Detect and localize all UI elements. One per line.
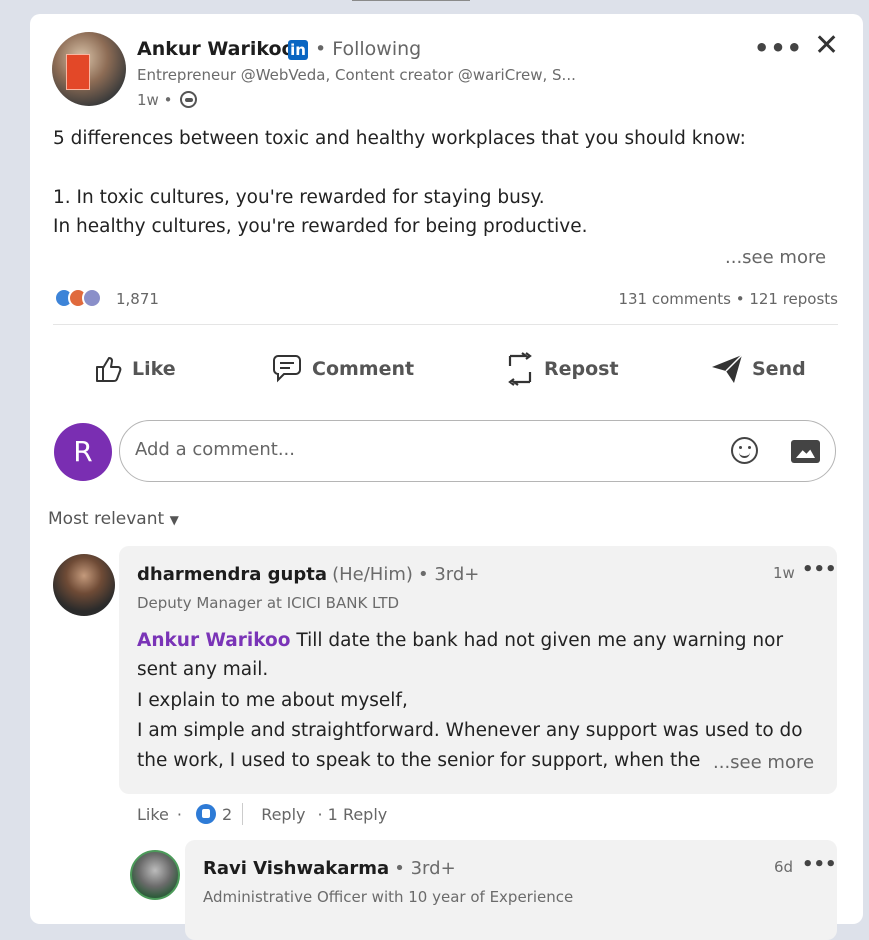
mention-link[interactable]: Ankur Warikoo xyxy=(137,630,290,651)
see-more-link[interactable]: ...see more xyxy=(725,247,826,268)
replier-name[interactable]: Ravi Vishwakarma xyxy=(203,858,389,879)
reply-more-button[interactable]: ••• xyxy=(802,854,837,875)
comment-see-more-link[interactable]: ...see more xyxy=(713,752,814,773)
insightful-reaction-icon xyxy=(82,288,102,308)
post-time: 1w • xyxy=(137,91,173,109)
comment-author[interactable]: dharmendra gupta (He/Him) • 3rd+ xyxy=(137,564,479,585)
comment-time: 1w xyxy=(773,564,795,582)
send-button[interactable]: Send xyxy=(710,351,806,387)
comment-like-count[interactable]: 2 xyxy=(222,805,232,824)
commenter-name[interactable]: dharmendra gupta xyxy=(137,564,327,585)
commenter-pronouns: (He/Him) xyxy=(332,564,413,585)
author-name[interactable]: Ankur Warikoo xyxy=(137,38,295,60)
comment-text: Till date the bank had not given me any … xyxy=(290,630,784,651)
comment-icon xyxy=(273,355,301,383)
reply-author[interactable]: Ravi Vishwakarma • 3rd+ xyxy=(203,858,456,879)
send-icon xyxy=(712,354,743,383)
send-label: Send xyxy=(752,358,806,380)
reply-time: 6d xyxy=(774,858,794,876)
close-button[interactable]: ✕ xyxy=(814,28,839,63)
author-headline: Entrepreneur @WebVeda, Content creator @… xyxy=(137,66,576,84)
add-comment-input[interactable]: Add a comment... xyxy=(119,420,836,482)
comment-more-button[interactable]: ••• xyxy=(802,559,837,580)
post-text-line: 5 differences between toxic and healthy … xyxy=(53,128,746,149)
comment-text: I explain to me about myself, xyxy=(137,690,408,711)
comment-button[interactable]: Comment xyxy=(270,351,414,387)
post-card: Ankur Warikoo in • Following Entrepreneu… xyxy=(30,14,863,940)
post-text-line: 1. In toxic cultures, you're rewarded fo… xyxy=(53,187,545,208)
comment-placeholder: Add a comment... xyxy=(135,439,296,460)
comment-label: Comment xyxy=(312,358,415,380)
post-text-line: In healthy cultures, you're rewarded for… xyxy=(53,216,588,237)
thumbs-up-icon xyxy=(96,357,122,382)
comment-actions: Like · 2 Reply · 1 Reply xyxy=(137,803,387,825)
linkedin-icon: in xyxy=(288,40,308,60)
comment-text: the work, I used to speak to the senior … xyxy=(137,750,701,771)
window-top-edge xyxy=(352,0,470,8)
avatar-book xyxy=(66,54,90,90)
replier-degree: • 3rd+ xyxy=(394,858,456,879)
globe-icon xyxy=(180,91,197,108)
repost-icon xyxy=(508,352,532,386)
image-icon[interactable] xyxy=(791,440,820,463)
reply-button[interactable]: Reply xyxy=(261,805,305,824)
more-options-button[interactable]: ••• xyxy=(754,34,803,62)
divider xyxy=(242,803,244,825)
sort-label: Most relevant xyxy=(48,509,165,529)
author-avatar[interactable] xyxy=(52,32,126,106)
reaction-icons[interactable] xyxy=(54,288,114,310)
like-button[interactable]: Like xyxy=(92,351,176,387)
repost-button[interactable]: Repost xyxy=(504,351,619,387)
comment-text: I am simple and straightforward. Wheneve… xyxy=(137,720,803,741)
commenter-headline: Deputy Manager at ICICI BANK LTD xyxy=(137,594,400,612)
like-reaction-icon xyxy=(196,804,216,824)
sort-dropdown[interactable]: Most relevant ▼ xyxy=(48,509,179,529)
commenter-avatar[interactable] xyxy=(53,554,115,616)
reply-count[interactable]: · 1 Reply xyxy=(318,805,388,824)
replier-avatar[interactable] xyxy=(130,850,180,900)
separator-dot: · xyxy=(176,804,182,824)
comment-like-button[interactable]: Like xyxy=(137,805,169,824)
caret-down-icon: ▼ xyxy=(169,513,179,527)
comment-text: sent any mail. xyxy=(137,659,269,680)
emoji-icon[interactable] xyxy=(731,437,758,464)
like-label: Like xyxy=(132,358,176,380)
comments-reposts-count[interactable]: 131 comments • 121 reposts xyxy=(618,290,838,308)
user-avatar[interactable]: R xyxy=(54,423,112,481)
replier-headline: Administrative Officer with 10 year of E… xyxy=(203,888,574,906)
divider xyxy=(53,324,838,325)
repost-label: Repost xyxy=(544,358,619,380)
following-status: • Following xyxy=(315,38,422,60)
reaction-count[interactable]: 1,871 xyxy=(116,290,159,308)
commenter-degree: • 3rd+ xyxy=(418,564,480,585)
